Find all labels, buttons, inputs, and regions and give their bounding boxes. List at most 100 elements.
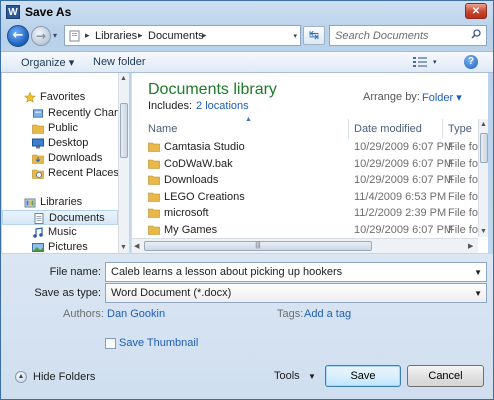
table-row[interactable]: CoDWaW.bak 10/29/2009 6:07 PM File fol [132, 156, 480, 172]
tools-button[interactable]: Tools [274, 370, 300, 382]
views-dropdown-icon[interactable]: ▾ [433, 58, 437, 66]
help-icon[interactable]: ? [464, 55, 478, 69]
close-button[interactable]: ✕ [465, 3, 487, 19]
save-button[interactable]: Save [325, 365, 401, 387]
new-folder-button[interactable]: New folder [93, 56, 146, 68]
crumb-separator[interactable]: ▸ [202, 30, 207, 41]
library-title: Documents library [148, 81, 277, 98]
scroll-left-icon[interactable]: ◀ [134, 242, 139, 250]
sidebar-item-recent-places[interactable]: Recent Places [2, 166, 118, 181]
cancel-button[interactable]: Cancel [407, 365, 484, 387]
save-as-type-select[interactable]: Word Document (*.docx) ▼ [105, 283, 487, 303]
sidebar-item-label: Pictures [48, 241, 88, 253]
sidebar-item-music[interactable]: Music [2, 225, 118, 240]
documents-icon [34, 213, 44, 224]
address-dropdown-icon[interactable]: ▾ [293, 32, 297, 40]
column-divider[interactable] [442, 119, 443, 139]
sidebar-item-label: Libraries [40, 196, 83, 208]
search-placeholder: Search Documents [335, 30, 429, 42]
scroll-up-icon[interactable]: ▲ [480, 121, 487, 128]
sidebar-item-label: Documents [49, 212, 105, 224]
file-date: 10/29/2009 6:07 PM [354, 223, 454, 236]
filename-label: File name: [49, 266, 101, 278]
sidebar-item-label: Recent Places [48, 167, 118, 179]
column-header-type[interactable]: Type [448, 119, 472, 139]
hide-folders-icon[interactable]: ▲ [15, 371, 27, 383]
sidebar-item-favorites[interactable]: Favorites [2, 90, 118, 105]
crumb-separator[interactable]: ▸ [85, 30, 90, 41]
arrange-by-dropdown[interactable]: Folder ▾ [422, 91, 462, 104]
crumb-documents[interactable]: Documents [148, 30, 204, 42]
sidebar-item-public[interactable]: Public [2, 121, 118, 136]
forward-button[interactable]: → [31, 26, 51, 46]
hide-folders-button[interactable]: Hide Folders [33, 371, 95, 383]
file-date: 11/2/2009 2:39 PM [354, 207, 447, 219]
save-thumbnail-checkbox[interactable] [105, 338, 116, 349]
table-row[interactable]: Downloads 10/29/2009 6:07 PM File fol [132, 172, 480, 188]
sidebar-item-downloads[interactable]: Downloads [2, 151, 118, 166]
sidebar-item-label: Public [48, 122, 78, 134]
column-header-name[interactable]: Name [148, 119, 177, 139]
scroll-right-icon[interactable]: ▶ [468, 242, 473, 250]
save-thumbnail-label[interactable]: Save Thumbnail [119, 337, 198, 349]
authors-field[interactable]: Dan Gookin [107, 308, 165, 320]
column-header-date[interactable]: Date modified [354, 119, 422, 139]
sidebar-item-recently-changed[interactable]: Recently Changed [2, 106, 118, 121]
sidebar-item-pictures[interactable]: Pictures [2, 240, 118, 253]
file-name: LEGO Creations [164, 190, 245, 203]
music-icon [33, 227, 43, 238]
includes-label: Includes: [148, 100, 193, 112]
tags-field[interactable]: Add a tag [304, 308, 351, 320]
file-date: 11/4/2009 6:53 PM [354, 190, 447, 203]
navpane-scroll-thumb[interactable] [120, 103, 128, 158]
recent-pages-dropdown[interactable]: ▾ [53, 31, 57, 40]
chevron-down-icon[interactable]: ▼ [474, 268, 482, 277]
sidebar-item-documents[interactable]: Documents [2, 210, 118, 225]
file-name: microsoft [164, 207, 209, 219]
sidebar-item-label: Downloads [48, 152, 103, 164]
locations-link[interactable]: 2 locations [196, 100, 249, 112]
sidebar-item-desktop[interactable]: Desktop [2, 136, 118, 151]
sidebar-item-label: Recently Changed [48, 107, 118, 119]
chevron-down-icon[interactable]: ▼ [474, 289, 482, 298]
organize-button[interactable]: Organize ▾ [21, 56, 74, 69]
search-input[interactable]: Search Documents [329, 25, 487, 46]
file-name: Camtasia Studio [164, 141, 245, 153]
search-icon[interactable] [471, 29, 481, 39]
filename-field[interactable]: Caleb learns a lesson about picking up h… [105, 262, 487, 282]
filename-value: Caleb learns a lesson about picking up h… [111, 266, 343, 278]
file-name: My Games [164, 223, 218, 236]
sidebar-item-libraries[interactable]: Libraries [2, 195, 118, 210]
file-date: 10/29/2009 6:07 PM [354, 141, 454, 153]
tools-dropdown-icon[interactable]: ▼ [308, 372, 316, 381]
column-divider[interactable] [348, 119, 349, 139]
scroll-down-icon[interactable]: ▼ [120, 244, 127, 251]
folder-icon [148, 225, 160, 235]
file-date: 10/29/2009 6:07 PM [354, 157, 454, 170]
sidebar-item-label: Desktop [48, 137, 89, 149]
back-button[interactable]: ← [7, 25, 29, 47]
table-row[interactable]: microsoft 11/2/2009 2:39 PM File fol [132, 205, 481, 221]
crumb-libraries[interactable]: Libraries [95, 30, 137, 42]
folder-icon [148, 192, 160, 202]
table-row[interactable]: My Games 10/29/2009 6:07 PM File fol [132, 222, 481, 238]
navigation-bar: ← → ▾ ▸ Libraries ▸ Documents ▸ ▾ ↹ Sear… [1, 23, 493, 49]
views-icon[interactable] [413, 57, 427, 67]
table-row[interactable]: LEGO Creations 11/4/2009 6:53 PM File fol [132, 189, 480, 205]
table-row[interactable]: Camtasia Studio 10/29/2009 6:07 PM File fo… [132, 139, 480, 155]
word-app-icon: W [6, 5, 20, 19]
vertical-scroll-thumb[interactable] [480, 133, 488, 163]
file-type: File fol [448, 207, 481, 219]
address-bar[interactable]: ▸ Libraries ▸ Documents ▸ ▾ [64, 25, 301, 46]
file-list-horizontal-scrollbar[interactable]: ◀ ||| ▶ [132, 238, 478, 253]
navpane-scrollbar[interactable]: ▲ ▼ [118, 73, 129, 253]
scroll-down-icon[interactable]: ▼ [480, 228, 487, 235]
scroll-up-icon[interactable]: ▲ [120, 75, 127, 82]
horizontal-scroll-thumb[interactable]: ||| [144, 241, 372, 251]
file-type: File fol [448, 223, 481, 236]
crumb-separator[interactable]: ▸ [138, 30, 143, 41]
file-list-vertical-scrollbar[interactable]: ▲ ▼ [478, 119, 488, 237]
address-folder-icon [69, 30, 80, 42]
file-date: 10/29/2009 6:07 PM [354, 174, 454, 186]
refresh-button[interactable]: ↹ [303, 26, 325, 45]
